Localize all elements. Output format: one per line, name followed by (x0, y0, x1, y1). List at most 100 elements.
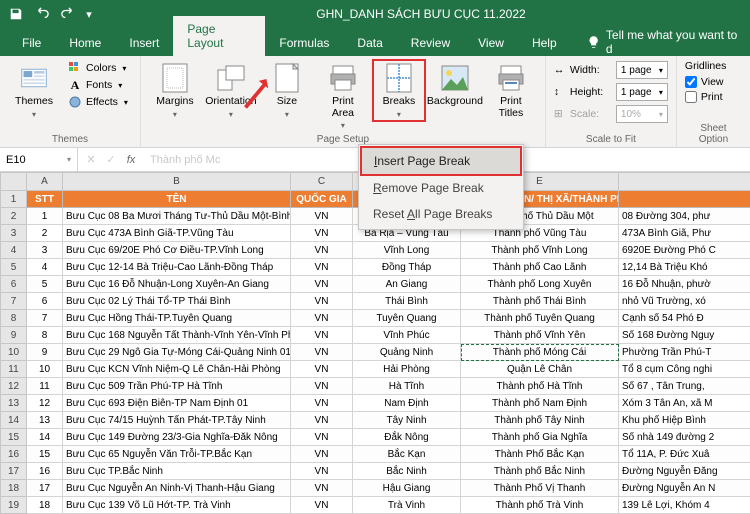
row-header[interactable]: 17 (1, 463, 27, 480)
cancel-formula-icon[interactable]: ✕ (82, 153, 100, 166)
save-icon[interactable] (4, 3, 28, 25)
cell[interactable]: 08 Đường 304, phư (619, 208, 750, 225)
row-header[interactable]: 3 (1, 225, 27, 242)
cell[interactable]: 12,14 Bà Triệu Khó (619, 259, 750, 276)
row-header[interactable]: 13 (1, 395, 27, 412)
cell[interactable]: Số 67 , Tân Trung, (619, 378, 750, 395)
cell[interactable]: Bưu Cục 473A Bình Giã-TP.Vũng Tàu (63, 225, 291, 242)
row-header[interactable]: 9 (1, 327, 27, 344)
cell[interactable]: Bưu Cục Nguyễn An Ninh-Vị Thanh-Hậu Gian… (63, 480, 291, 497)
cell[interactable]: Bắc Kạn (353, 446, 461, 463)
print-titles-button[interactable]: Print Titles (485, 60, 537, 121)
cell[interactable]: 5 (27, 276, 63, 293)
cell[interactable]: Hà Tĩnh (353, 378, 461, 395)
cell[interactable]: VN (291, 293, 353, 310)
cell[interactable]: 10 (27, 361, 63, 378)
col-header[interactable]: A (27, 173, 63, 191)
cell[interactable]: VN (291, 429, 353, 446)
cell[interactable]: 11 (27, 378, 63, 395)
cell[interactable]: Thành phố Hà Tĩnh (461, 378, 619, 395)
cell[interactable]: Bưu Cục Hồng Thái-TP.Tuyên Quang (63, 310, 291, 327)
cell[interactable]: VN (291, 208, 353, 225)
row-header[interactable]: 8 (1, 310, 27, 327)
reset-all-page-breaks-item[interactable]: Reset All Page Breaks (361, 201, 521, 227)
cell[interactable]: 6 (27, 293, 63, 310)
cell[interactable]: VN (291, 344, 353, 361)
cell[interactable]: 13 (27, 412, 63, 429)
cell[interactable]: VN (291, 446, 353, 463)
cell[interactable]: Bưu Cục TP.Bắc Ninh (63, 463, 291, 480)
name-box[interactable]: E10▾ (0, 148, 78, 171)
background-button[interactable]: Background (429, 60, 481, 110)
cell[interactable]: Thành Phố Vị Thanh (461, 480, 619, 497)
cell[interactable]: Hải Phòng (353, 361, 461, 378)
cell[interactable]: Hậu Giang (353, 480, 461, 497)
undo-icon[interactable] (30, 3, 54, 25)
cell[interactable]: Bưu Cục 509 Trần Phú-TP Hà Tĩnh (63, 378, 291, 395)
row-header[interactable]: 1 (1, 191, 27, 208)
row-header[interactable]: 11 (1, 361, 27, 378)
cell[interactable]: Bưu Cục 149 Đường 23/3-Gia Nghĩa-Đăk Nôn… (63, 429, 291, 446)
cell[interactable]: 473A Bình Giã, Phư (619, 225, 750, 242)
cell[interactable]: Thành phố Tây Ninh (461, 412, 619, 429)
cell[interactable]: Tổ 11A, P. Đức Xuâ (619, 446, 750, 463)
row-header[interactable]: 5 (1, 259, 27, 276)
remove-page-break-item[interactable]: Remove Page Break (361, 175, 521, 201)
cell[interactable]: VN (291, 463, 353, 480)
cell[interactable]: VN (291, 497, 353, 514)
cell[interactable]: VN (291, 242, 353, 259)
margins-button[interactable]: Margins▾ (149, 60, 201, 121)
cell[interactable]: VN (291, 310, 353, 327)
cell[interactable]: 12 (27, 395, 63, 412)
row-header[interactable]: 2 (1, 208, 27, 225)
cell[interactable]: Thành phố Thái Bình (461, 293, 619, 310)
cell[interactable]: Số 168 Đường Nguy (619, 327, 750, 344)
cell[interactable]: Thành phố Vĩnh Long (461, 242, 619, 259)
cell[interactable]: Bưu Cục 12-14 Bà Triệu-Cao Lãnh-Đồng Thá… (63, 259, 291, 276)
insert-page-break-item[interactable]: Insert Page Break (361, 147, 521, 175)
fx-icon[interactable]: fx (122, 154, 140, 166)
cell[interactable]: 15 (27, 446, 63, 463)
cell[interactable]: Thành phố Gia Nghĩa (461, 429, 619, 446)
cell[interactable]: Thái Bình (353, 293, 461, 310)
col-header[interactable]: B (63, 173, 291, 191)
cell[interactable]: Cạnh số 54 Phó Đ (619, 310, 750, 327)
scale-width-select[interactable]: 1 page▾ (616, 61, 668, 79)
row-header[interactable]: 14 (1, 412, 27, 429)
qat-customize-icon[interactable]: ▾ (82, 3, 96, 25)
cell[interactable]: Thành Phố Bắc Kạn (461, 446, 619, 463)
cell[interactable]: Bưu Cục KCN Vĩnh Niệm-Q Lê Chân-Hải Phòn… (63, 361, 291, 378)
tab-view[interactable]: View (464, 30, 518, 56)
tab-help[interactable]: Help (518, 30, 571, 56)
row-header[interactable]: 16 (1, 446, 27, 463)
tell-me-search[interactable]: Tell me what you want to d (577, 28, 750, 56)
cell[interactable]: VN (291, 361, 353, 378)
row-header[interactable]: 7 (1, 293, 27, 310)
cell[interactable]: 139 Lê Lợi, Khóm 4 (619, 497, 750, 514)
cell[interactable]: Tuyên Quang (353, 310, 461, 327)
select-all-corner[interactable] (1, 173, 27, 191)
cell[interactable]: Thành phố Vĩnh Yên (461, 327, 619, 344)
cell[interactable]: Thành phố Trà Vinh (461, 497, 619, 514)
cell[interactable]: Bưu Cục 69/20E Phó Cơ Điều-TP.Vĩnh Long (63, 242, 291, 259)
row-header[interactable]: 6 (1, 276, 27, 293)
cell[interactable]: 3 (27, 242, 63, 259)
cell[interactable]: VN (291, 225, 353, 242)
size-button[interactable]: Size▾ (261, 60, 313, 121)
cell[interactable]: Bưu Cục 139 Võ Lũ Hớt-TP. Trà Vinh (63, 497, 291, 514)
accept-formula-icon[interactable]: ✓ (102, 153, 120, 166)
redo-icon[interactable] (56, 3, 80, 25)
cell[interactable]: Đồng Tháp (353, 259, 461, 276)
cell[interactable]: Phường Trần Phú-T (619, 344, 750, 361)
row-header[interactable]: 19 (1, 497, 27, 514)
orientation-button[interactable]: Orientation▾ (205, 60, 257, 121)
cell[interactable]: 9 (27, 344, 63, 361)
tab-home[interactable]: Home (55, 30, 115, 56)
cell[interactable]: Bưu Cục 16 Đỗ Nhuận-Long Xuyên-An Giang (63, 276, 291, 293)
cell[interactable]: Xóm 3 Tân An, xã M (619, 395, 750, 412)
row-header[interactable]: 12 (1, 378, 27, 395)
cell[interactable]: Đường Nguyễn Đăng (619, 463, 750, 480)
cell[interactable]: Thành phố Long Xuyên (461, 276, 619, 293)
cell[interactable]: Tây Ninh (353, 412, 461, 429)
cell[interactable]: Bưu Cục 08 Ba Mươi Tháng Tư-Thủ Dầu Một-… (63, 208, 291, 225)
